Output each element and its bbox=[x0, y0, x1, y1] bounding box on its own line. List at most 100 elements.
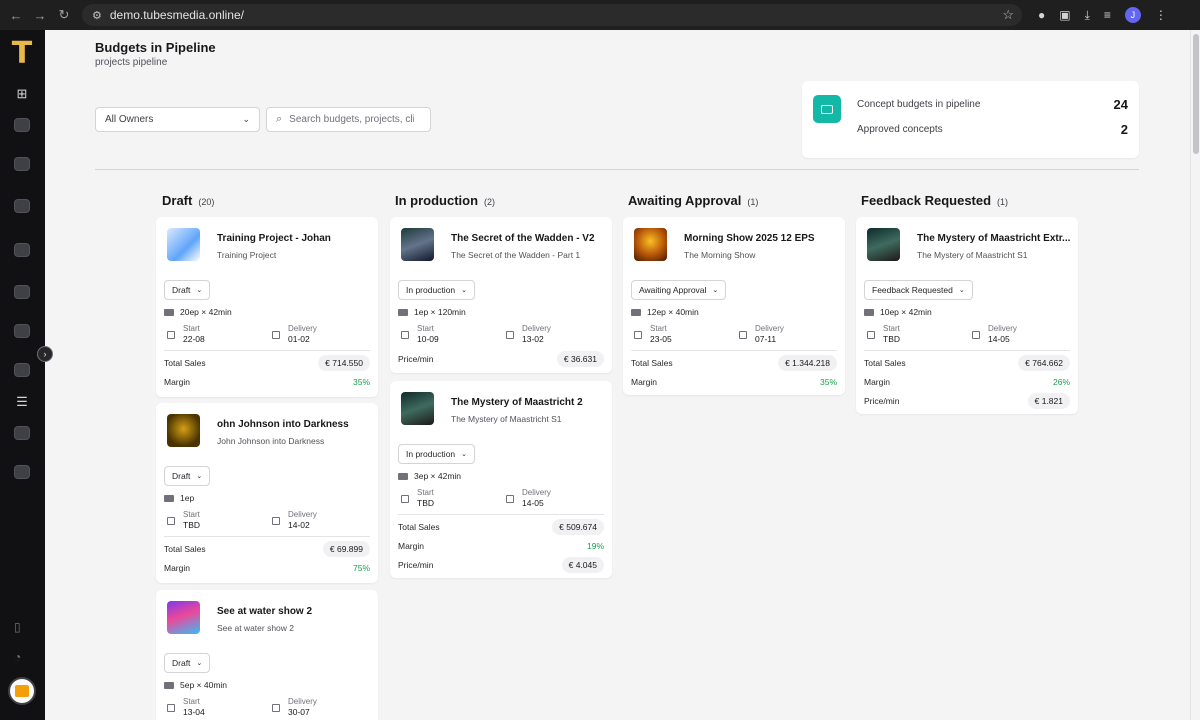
margin-row: Margin 35% bbox=[631, 377, 837, 387]
nav-reports-icon[interactable] bbox=[10, 321, 34, 341]
back-arrow-icon[interactable]: ← bbox=[4, 8, 28, 23]
forward-arrow-icon[interactable]: → bbox=[28, 8, 52, 23]
calendar-icon bbox=[401, 495, 409, 503]
status-dropdown[interactable]: Feedback Requested ⌄ bbox=[864, 280, 973, 300]
card-subtitle: The Mystery of Maastricht S1 bbox=[917, 250, 1028, 260]
start-label: Start bbox=[883, 324, 900, 333]
nav-projects-icon[interactable] bbox=[10, 154, 34, 174]
address-bar[interactable]: ⚙ demo.tubesmedia.online/ ☆ bbox=[82, 4, 1022, 26]
user-avatar[interactable] bbox=[8, 677, 36, 705]
delivery-label: Delivery bbox=[988, 324, 1017, 333]
maastricht-thumbnail-icon bbox=[401, 392, 434, 425]
calendar-icon bbox=[272, 517, 280, 525]
delivery-value: 30-07 bbox=[288, 707, 310, 717]
book-icon[interactable]: ▯ bbox=[14, 620, 21, 634]
budget-card[interactable]: See at water show 2 See at water show 2 … bbox=[156, 590, 378, 720]
status-dropdown[interactable]: Awaiting Approval ⌄ bbox=[631, 280, 727, 300]
nav-productions-icon[interactable] bbox=[10, 196, 34, 216]
total-sales-label: Total Sales bbox=[164, 544, 206, 554]
extensions-puzzle-icon[interactable]: ▣ bbox=[1059, 8, 1070, 22]
browser-menu-icon[interactable]: ⋮ bbox=[1155, 8, 1167, 22]
reload-icon[interactable]: ↻ bbox=[52, 7, 76, 23]
page-scrollbar[interactable] bbox=[1190, 30, 1200, 720]
status-dropdown[interactable]: Draft ⌄ bbox=[164, 653, 211, 673]
calendar-icon bbox=[506, 331, 514, 339]
price-min-label: Price/min bbox=[398, 560, 434, 570]
episodes-text: 12ep × 40min bbox=[647, 307, 699, 317]
budget-card[interactable]: The Mystery of Maastricht Extr... The My… bbox=[856, 217, 1078, 414]
media-control-icon[interactable]: ≡ bbox=[1104, 8, 1111, 22]
presentation-icon bbox=[813, 95, 841, 123]
episodes-text: 10ep × 42min bbox=[880, 307, 932, 317]
status-dropdown[interactable]: In production ⌄ bbox=[398, 444, 476, 464]
status-label: Draft bbox=[172, 285, 191, 295]
maastricht-thumbnail-icon bbox=[867, 228, 900, 261]
episodes-text: 3ep × 42min bbox=[414, 471, 462, 481]
column-count: (1) bbox=[997, 197, 1009, 207]
search-icon: ⌕ bbox=[276, 113, 283, 125]
start-date: Start 10-09 bbox=[401, 323, 439, 345]
budget-card[interactable]: ohn Johnson into Darkness John Johnson i… bbox=[156, 403, 378, 583]
status-dropdown[interactable]: In production ⌄ bbox=[398, 280, 476, 300]
chevron-down-icon: ⌄ bbox=[958, 287, 965, 294]
bookmark-star-icon[interactable]: ☆ bbox=[1002, 7, 1014, 23]
episodes-info: 3ep × 42min bbox=[398, 471, 461, 481]
budget-card[interactable]: Morning Show 2025 12 EPS The Morning Sho… bbox=[623, 217, 845, 395]
owner-filter-select[interactable]: All Owners ⌄ bbox=[95, 107, 260, 132]
download-icon[interactable]: ⤓ bbox=[1085, 8, 1090, 23]
nav-budgets-icon[interactable] bbox=[10, 115, 34, 135]
card-title[interactable]: The Secret of the Wadden - V2 bbox=[451, 233, 606, 244]
app-sidebar: T ⊞ ☰ ▯ ◔ bbox=[0, 30, 45, 720]
nav-contracts-icon[interactable] bbox=[10, 423, 34, 443]
start-date: Start 13-04 bbox=[167, 696, 205, 718]
column-title: In production bbox=[395, 193, 479, 208]
nav-list-icon[interactable]: ☰ bbox=[10, 392, 34, 412]
calendar-icon bbox=[401, 331, 409, 339]
card-title[interactable]: The Mystery of Maastricht Extr... bbox=[917, 233, 1072, 244]
card-title[interactable]: The Mystery of Maastricht 2 bbox=[451, 397, 606, 408]
delivery-value: 07-11 bbox=[755, 334, 777, 344]
nav-media-icon[interactable] bbox=[10, 240, 34, 260]
scrollbar-thumb[interactable] bbox=[1193, 34, 1199, 154]
delivery-value: 13-02 bbox=[522, 334, 544, 344]
delivery-value: 14-05 bbox=[522, 498, 544, 508]
card-title[interactable]: Training Project - Johan bbox=[217, 233, 372, 244]
nav-team-icon[interactable] bbox=[10, 462, 34, 482]
start-label: Start bbox=[417, 488, 434, 497]
total-sales-label: Total Sales bbox=[631, 358, 673, 368]
budget-card[interactable]: Training Project - Johan Training Projec… bbox=[156, 217, 378, 397]
status-dropdown[interactable]: Draft ⌄ bbox=[164, 466, 211, 486]
profile-avatar[interactable]: J bbox=[1124, 7, 1141, 23]
dashboard-grid-icon[interactable]: ⊞ bbox=[10, 84, 34, 104]
budget-card[interactable]: The Mystery of Maastricht 2 The Mystery … bbox=[390, 381, 612, 578]
status-dropdown[interactable]: Draft ⌄ bbox=[164, 280, 211, 300]
nav-calendar-icon[interactable] bbox=[10, 282, 34, 302]
column-header-awaiting-approval: Awaiting Approval (1) bbox=[628, 193, 758, 208]
bell-icon[interactable]: ◔ bbox=[14, 650, 21, 664]
card-title[interactable]: See at water show 2 bbox=[217, 606, 372, 617]
card-title[interactable]: Morning Show 2025 12 EPS bbox=[684, 233, 839, 244]
search-box[interactable]: ⌕ bbox=[266, 107, 431, 132]
episodes-info: 12ep × 40min bbox=[631, 307, 699, 317]
app-logo[interactable]: T bbox=[8, 39, 36, 69]
site-settings-icon[interactable]: ⚙ bbox=[92, 9, 102, 22]
search-input[interactable] bbox=[289, 114, 415, 125]
status-label: In production bbox=[406, 449, 456, 459]
column-header-feedback-requested: Feedback Requested (1) bbox=[861, 193, 1008, 208]
sidebar-expand-chevron-icon[interactable]: › bbox=[37, 346, 53, 362]
chevron-down-icon: ⌄ bbox=[461, 287, 468, 294]
card-divider bbox=[398, 514, 604, 515]
budget-card[interactable]: The Secret of the Wadden - V2 The Secret… bbox=[390, 217, 612, 373]
price-per-min-row: Price/min € 36.631 bbox=[398, 351, 604, 367]
video-camera-icon bbox=[864, 308, 874, 316]
extension-circle-icon[interactable]: ● bbox=[1038, 8, 1045, 22]
card-title[interactable]: ohn Johnson into Darkness bbox=[217, 419, 372, 430]
delivery-label: Delivery bbox=[755, 324, 784, 333]
nav-library-icon[interactable] bbox=[10, 360, 34, 380]
calendar-icon bbox=[167, 331, 175, 339]
card-subtitle: The Mystery of Maastricht S1 bbox=[451, 414, 562, 424]
page-subtitle: projects pipeline bbox=[95, 57, 168, 68]
column-title: Awaiting Approval bbox=[628, 193, 742, 208]
url-text: demo.tubesmedia.online/ bbox=[109, 8, 244, 22]
total-sales-value: € 69.899 bbox=[322, 541, 370, 557]
